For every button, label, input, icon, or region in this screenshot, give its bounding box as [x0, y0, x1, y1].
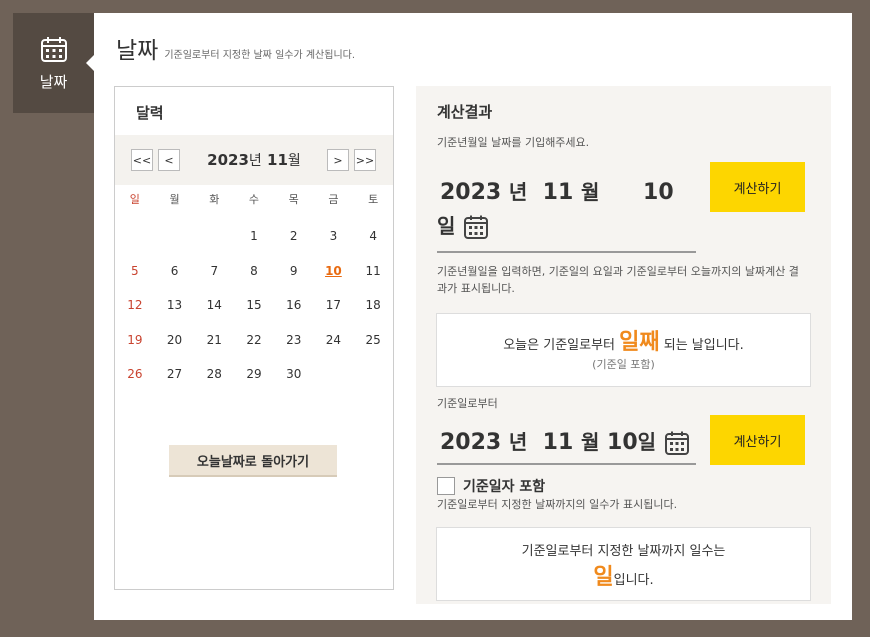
calendar-day[interactable]: 27	[155, 366, 195, 401]
calendar-year: 2023	[207, 151, 249, 169]
weekday-label: 월	[169, 193, 180, 206]
calendar-month: 11	[267, 151, 288, 169]
weekday-label: 일	[129, 193, 140, 206]
calendar-day[interactable]: 8	[234, 263, 274, 298]
target-date-year-unit: 년	[508, 430, 528, 454]
calendar-day[interactable]: 7	[194, 263, 234, 298]
calendar-title: 달력	[136, 104, 164, 122]
weekday-label: 토	[368, 193, 379, 206]
calendar-day-empty	[194, 228, 234, 263]
days-result-card: 기준일로부터 지정한 날짜까지 일수는 일입니다.	[436, 527, 811, 601]
sidebar-tab-date[interactable]: 날짜	[13, 13, 94, 113]
days-result-after: 입니다.	[613, 573, 654, 588]
result-text-after: 되는 날입니다.	[659, 338, 744, 353]
page-title-text: 날짜	[116, 38, 159, 64]
result-text-before: 오늘은 기준일로부터	[503, 338, 620, 353]
calendar-day[interactable]: 11	[353, 263, 393, 298]
calendar-day[interactable]: 17	[314, 297, 354, 332]
calendar-nav: << < 2023년 11월 > >>	[115, 135, 393, 185]
calendar-day-empty	[115, 228, 155, 263]
calendar-month-label: 2023년 11월	[115, 150, 393, 170]
calendar-day[interactable]: 5	[115, 263, 155, 298]
next-year-button[interactable]: >>	[354, 149, 376, 171]
calendar-day[interactable]: 19	[115, 332, 155, 367]
calendar-month-unit: 월	[287, 153, 301, 169]
calendar-day[interactable]: 12	[115, 297, 155, 332]
include-base-date-checkbox[interactable]	[437, 477, 455, 495]
base-date-hint: 기준년월일 날짜를 기입해주세요.	[437, 136, 590, 149]
base-date-month: 11	[542, 180, 574, 205]
calendar-day[interactable]: 13	[155, 297, 195, 332]
calendar-day[interactable]: 24	[314, 332, 354, 367]
calendar-picker-icon[interactable]	[664, 430, 690, 456]
today-result-card: 오늘은 기준일로부터 일째 되는 날입니다. (기준일 포함)	[436, 313, 811, 387]
weekday-label: 금	[328, 193, 339, 206]
target-date-month-unit: 월	[580, 430, 600, 454]
base-date-description: 기준년월일을 입력하면, 기준일의 요일과 기준일로부터 오늘까지의 날짜계산 …	[437, 265, 799, 295]
result-highlight: 일째	[619, 330, 660, 355]
calendar-day[interactable]: 22	[234, 332, 274, 367]
calendar-day[interactable]: 3	[314, 228, 354, 263]
page-title: 날짜 기준일로부터 지정한 날짜 일수가 계산됩니다.	[116, 31, 355, 65]
calendar-day[interactable]: 4	[353, 228, 393, 263]
base-date-field[interactable]: 2023 년 11 월 10 일	[437, 176, 696, 253]
target-date-month: 11	[542, 430, 574, 455]
calendar-year-unit: 년	[248, 153, 262, 169]
calendar-day[interactable]: 25	[353, 332, 393, 367]
result-title: 계산결과	[437, 103, 493, 121]
weekday-label: 목	[288, 193, 299, 206]
calendar-day[interactable]: 16	[274, 297, 314, 332]
include-base-date-label[interactable]: 기준일자 포함	[463, 476, 545, 496]
calendar-day[interactable]: 6	[155, 263, 195, 298]
calendar-day[interactable]: 15	[234, 297, 274, 332]
base-date-day-unit: 일	[437, 214, 456, 238]
calendar-day[interactable]: 29	[234, 366, 274, 401]
include-base-date-row[interactable]: 기준일자 포함	[437, 476, 545, 496]
weekday-label: 수	[248, 193, 260, 206]
base-date-year: 2023	[440, 180, 502, 205]
base-date-day: 10	[643, 180, 674, 205]
calendar-day[interactable]: 28	[194, 366, 234, 401]
calendar-day[interactable]: 26	[115, 366, 155, 401]
calendar-day[interactable]: 18	[353, 297, 393, 332]
weekday-header: 일월화수목금토	[115, 191, 393, 207]
days-result-highlight: 일	[593, 565, 614, 590]
main-panel: 날짜 기준일로부터 지정한 날짜 일수가 계산됩니다. 달력 << < 2023…	[94, 13, 852, 620]
page-subtitle: 기준일로부터 지정한 날짜 일수가 계산됩니다.	[164, 50, 356, 61]
calendar-box: 달력 << < 2023년 11월 > >> 일월화수목금토 123456789…	[114, 86, 394, 590]
calendar-picker-icon[interactable]	[463, 214, 489, 240]
calculate-button-1[interactable]: 계산하기	[710, 162, 805, 212]
target-date-day: 10	[607, 430, 638, 455]
base-date-year-unit: 년	[508, 180, 528, 204]
calendar-day[interactable]: 14	[194, 297, 234, 332]
go-to-today-button[interactable]: 오늘날짜로 돌아가기	[169, 445, 337, 477]
from-base-label: 기준일로부터	[437, 397, 498, 410]
calendar-day[interactable]: 2	[274, 228, 314, 263]
calendar-day-empty	[155, 228, 195, 263]
target-date-year: 2023	[440, 430, 502, 455]
calculate-button-2[interactable]: 계산하기	[710, 415, 805, 465]
calendar-day[interactable]: 1	[234, 228, 274, 263]
calendar-day[interactable]: 9	[274, 263, 314, 298]
target-date-description: 기준일로부터 지정한 날짜까지의 일수가 표시됩니다.	[437, 498, 678, 511]
target-date-field[interactable]: 2023 년 11 월 10일	[437, 419, 696, 465]
result-box: 계산결과 기준년월일 날짜를 기입해주세요. 2023 년 11 월 10 일	[416, 86, 831, 604]
weekday-label: 화	[209, 193, 220, 206]
target-date-day-unit: 일	[637, 430, 657, 454]
next-month-button[interactable]: >	[327, 149, 349, 171]
calendar-day[interactable]: 23	[274, 332, 314, 367]
calendar-day[interactable]: 21	[194, 332, 234, 367]
calendar-day[interactable]: 30	[274, 366, 314, 401]
sidebar-tab-label: 날짜	[39, 72, 68, 91]
calendar-grid: 1 2 3 4 5 6 7 8 9 10 11 12 13 14 15 16 17 18 19 20 21 22 23 24 2…	[115, 228, 393, 401]
base-date-month-unit: 월	[580, 180, 600, 204]
calendar-day[interactable]: 20	[155, 332, 195, 367]
days-result-line1: 기준일로부터 지정한 날짜까지 일수는	[521, 544, 726, 559]
result-note: (기준일 포함)	[592, 358, 655, 371]
tab-pointer	[86, 55, 94, 71]
calendar-icon	[40, 35, 68, 63]
calendar-day[interactable]: 10	[314, 263, 354, 298]
